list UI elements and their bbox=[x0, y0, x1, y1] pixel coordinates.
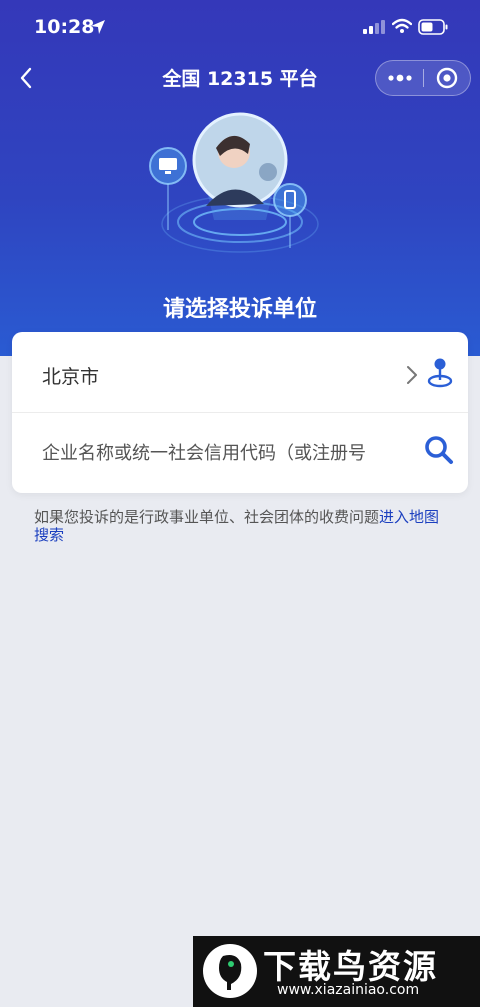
region-value: 北京市 bbox=[42, 366, 100, 388]
status-bar: 10:28 bbox=[0, 0, 480, 56]
customer-service-illustration bbox=[149, 112, 319, 253]
help-note-text: 如果您投诉的是行政事业单位、社会团体的收费问题 bbox=[34, 508, 380, 526]
company-search-input[interactable] bbox=[42, 435, 412, 471]
more-icon[interactable] bbox=[376, 61, 423, 95]
search-icon[interactable] bbox=[424, 435, 454, 465]
chevron-right-icon bbox=[407, 366, 417, 384]
cellular-signal-icon bbox=[363, 20, 385, 34]
location-arrow-icon bbox=[91, 20, 105, 34]
complaint-target-card: 北京市 bbox=[12, 332, 468, 493]
close-mini-program-icon[interactable] bbox=[424, 61, 470, 95]
mini-program-capsule bbox=[375, 60, 471, 96]
watermark: 下载鸟资源 www.xiazainiao.com bbox=[193, 936, 480, 1007]
bird-logo-icon bbox=[203, 944, 257, 998]
wifi-icon bbox=[392, 18, 412, 33]
company-search-row bbox=[12, 413, 468, 493]
help-note: 如果您投诉的是行政事业单位、社会团体的收费问题进入地图搜索 bbox=[34, 508, 454, 544]
battery-icon bbox=[418, 19, 448, 35]
hero-heading: 请选择投诉单位 bbox=[162, 297, 317, 322]
region-selector[interactable]: 北京市 bbox=[12, 332, 468, 413]
status-time: 10:28 bbox=[34, 16, 95, 38]
watermark-title: 下载鸟资源 bbox=[263, 947, 438, 986]
map-location-icon[interactable] bbox=[426, 356, 454, 388]
watermark-url: www.xiazainiao.com bbox=[277, 982, 420, 998]
